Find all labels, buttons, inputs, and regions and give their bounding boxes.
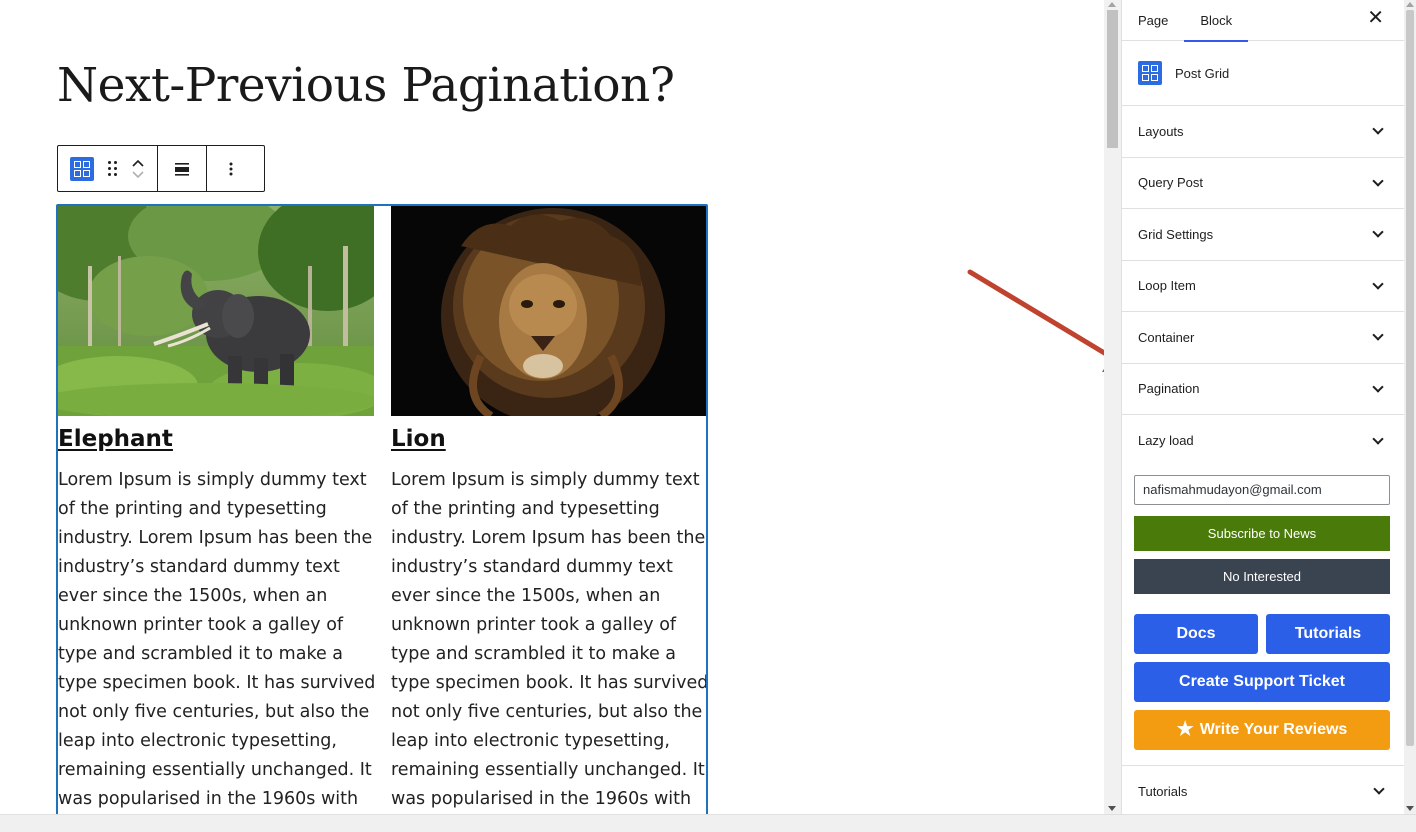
post-excerpt: Lorem Ipsum is simply dummy text of the … bbox=[391, 470, 708, 809]
panel-layouts[interactable]: Layouts bbox=[1122, 106, 1404, 158]
block-movers bbox=[131, 146, 145, 191]
tab-page[interactable]: Page bbox=[1122, 0, 1184, 41]
block-settings-sidebar: Page Block ✕ Post Grid Layouts Query Pos… bbox=[1121, 0, 1404, 814]
grid-item: Elephant Lorem Ipsum is simply dummy tex… bbox=[58, 206, 376, 814]
panel-label: Layouts bbox=[1138, 123, 1184, 139]
editor-canvas: Next-Previous Pagination? Elephant Lorem… bbox=[0, 0, 1104, 814]
scroll-up-icon[interactable] bbox=[1108, 2, 1116, 7]
post-excerpt: Lorem Ipsum is simply dummy text of the … bbox=[58, 470, 376, 809]
chevron-down-icon bbox=[1372, 278, 1384, 290]
annotation-arrow-icon bbox=[967, 269, 1104, 372]
panel-container[interactable]: Container bbox=[1122, 312, 1404, 364]
star-icon: ★ bbox=[1176, 719, 1194, 740]
create-support-ticket-button[interactable]: Create Support Ticket bbox=[1134, 661, 1390, 702]
chevron-down-icon bbox=[1372, 226, 1384, 238]
chevron-up-icon[interactable] bbox=[131, 159, 145, 168]
tab-block[interactable]: Block bbox=[1184, 0, 1248, 42]
promo-box: Subscribe to News No Interested Docs Tut… bbox=[1122, 467, 1404, 750]
scroll-down-icon[interactable] bbox=[1108, 806, 1116, 811]
help-buttons: Docs Tutorials bbox=[1134, 613, 1391, 654]
post-title[interactable]: Next-Previous Pagination? bbox=[57, 58, 675, 113]
post-grid-block[interactable]: Elephant Lorem Ipsum is simply dummy tex… bbox=[56, 204, 708, 814]
block-card-title: Post Grid bbox=[1175, 65, 1230, 81]
chevron-down-icon[interactable] bbox=[131, 170, 145, 179]
block-toolbar bbox=[57, 145, 265, 192]
post-title-link[interactable]: Lion bbox=[391, 424, 706, 454]
drag-handle-icon[interactable] bbox=[108, 146, 117, 191]
align-icon[interactable] bbox=[174, 146, 190, 191]
chevron-down-icon bbox=[1372, 433, 1384, 445]
chevron-down-icon bbox=[1372, 123, 1384, 135]
write-review-button[interactable]: ★ Write Your Reviews bbox=[1134, 709, 1390, 750]
panel-query-post[interactable]: Query Post bbox=[1122, 158, 1404, 209]
panel-grid-settings[interactable]: Grid Settings bbox=[1122, 209, 1404, 261]
email-field[interactable] bbox=[1134, 474, 1390, 505]
post-grid-block-icon[interactable] bbox=[70, 146, 94, 191]
post-title-link[interactable]: Elephant bbox=[58, 424, 374, 454]
panel-label: Grid Settings bbox=[1138, 226, 1214, 242]
block-toolbar-group-options bbox=[206, 146, 254, 191]
chevron-down-icon bbox=[1372, 381, 1384, 393]
post-grid-icon bbox=[70, 156, 94, 181]
subscribe-button[interactable]: Subscribe to News bbox=[1134, 515, 1390, 551]
grid-item: Lion Lorem Ipsum is simply dummy text of… bbox=[391, 206, 708, 814]
scroll-down-icon[interactable] bbox=[1406, 806, 1414, 811]
docs-button[interactable]: Docs bbox=[1134, 613, 1258, 654]
scroll-thumb[interactable] bbox=[1406, 10, 1414, 746]
window-bottom-edge bbox=[0, 814, 1416, 832]
dismiss-button[interactable]: No Interested bbox=[1134, 558, 1390, 594]
block-toolbar-group-block bbox=[58, 146, 157, 191]
write-review-label: Write Your Reviews bbox=[1199, 720, 1348, 738]
chevron-down-icon bbox=[1372, 329, 1384, 341]
block-card: Post Grid bbox=[1122, 41, 1404, 106]
more-vertical-icon[interactable] bbox=[229, 146, 233, 191]
panel-label: Container bbox=[1138, 329, 1195, 345]
scroll-up-icon[interactable] bbox=[1406, 2, 1414, 7]
panel-label: Pagination bbox=[1138, 381, 1200, 397]
tutorials-button[interactable]: Tutorials bbox=[1266, 613, 1390, 654]
sidebar-tabs: Page Block ✕ bbox=[1122, 0, 1404, 42]
panel-lazy-load[interactable]: Lazy load bbox=[1122, 415, 1404, 467]
editor-scrollbar[interactable] bbox=[1104, 0, 1121, 814]
scroll-thumb[interactable] bbox=[1107, 10, 1118, 148]
sidebar-scrollbar[interactable] bbox=[1404, 0, 1416, 814]
panel-loop-item[interactable]: Loop Item bbox=[1122, 261, 1404, 312]
panel-label: Query Post bbox=[1138, 175, 1204, 191]
panel-label: Tutorials bbox=[1138, 783, 1188, 799]
chevron-down-icon bbox=[1373, 783, 1385, 795]
panel-tutorials[interactable]: Tutorials bbox=[1122, 765, 1404, 814]
block-toolbar-group-align bbox=[157, 146, 206, 191]
elephant-photo[interactable] bbox=[58, 206, 374, 416]
post-grid-icon bbox=[1138, 61, 1162, 85]
panel-label: Lazy load bbox=[1138, 433, 1194, 449]
lion-photo[interactable] bbox=[391, 206, 706, 416]
chevron-down-icon bbox=[1372, 175, 1384, 187]
close-icon[interactable]: ✕ bbox=[1367, 8, 1384, 28]
panel-label: Loop Item bbox=[1138, 278, 1196, 294]
panel-pagination[interactable]: Pagination bbox=[1122, 364, 1404, 415]
